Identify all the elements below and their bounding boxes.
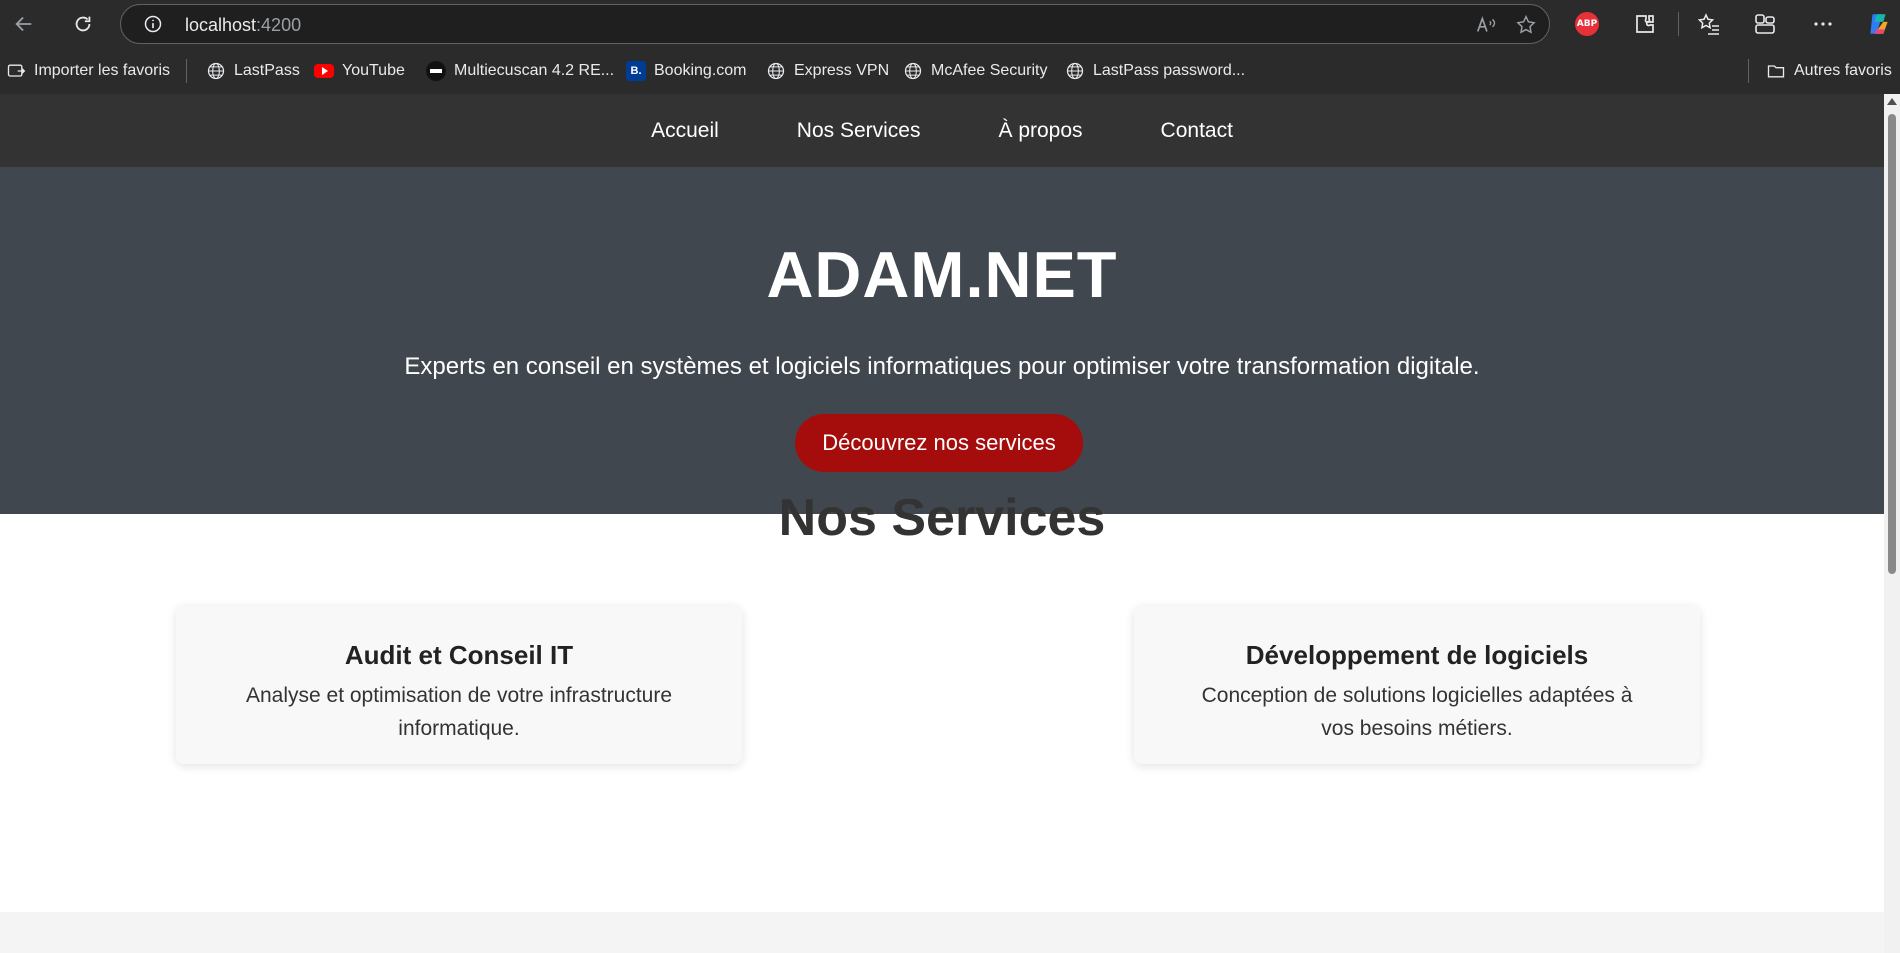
bookmark-import-favorites[interactable]: Importer les favoris — [6, 60, 170, 82]
nav-link-a-propos[interactable]: À propos — [998, 119, 1082, 143]
toolbar-divider — [1678, 12, 1679, 36]
bookmark-lastpass[interactable]: LastPass — [206, 60, 300, 82]
scroll-up-icon[interactable] — [1887, 98, 1897, 105]
bookmark-divider — [186, 59, 187, 83]
star-icon[interactable] — [1515, 14, 1537, 36]
favorites-icon[interactable] — [1696, 11, 1722, 37]
bookmark-mcafee[interactable]: McAfee Security — [903, 60, 1047, 82]
services-heading: Nos Services — [778, 489, 1106, 547]
back-arrow-icon[interactable] — [8, 8, 40, 40]
hero-subtitle: Experts en conseil en systèmes et logici… — [404, 353, 1480, 380]
discover-services-button[interactable]: Découvrez nos services — [795, 414, 1083, 472]
url-host: localhost — [185, 15, 257, 35]
bookmark-label: Importer les favoris — [34, 62, 171, 79]
bookmark-booking[interactable]: B. Booking.com — [626, 60, 747, 82]
booking-icon: B. — [626, 61, 646, 81]
hero-title: ADAM.NET — [766, 238, 1118, 311]
extensions-icon[interactable] — [1632, 11, 1658, 37]
more-icon[interactable] — [1810, 11, 1836, 37]
copilot-icon[interactable] — [1866, 11, 1892, 37]
site-navbar: Accueil Nos Services À propos Contact — [0, 94, 1884, 167]
site-info-icon[interactable] — [143, 14, 163, 34]
nav-link-accueil[interactable]: Accueil — [651, 119, 719, 143]
globe-icon — [1065, 61, 1085, 81]
read-aloud-icon[interactable] — [1475, 14, 1497, 36]
service-card-audit: Audit et Conseil IT Analyse et optimisat… — [176, 606, 742, 764]
globe-icon — [766, 61, 786, 81]
next-section — [0, 912, 1884, 953]
scroll-thumb[interactable] — [1888, 114, 1896, 574]
page-viewport: Accueil Nos Services À propos Contact AD… — [0, 94, 1884, 953]
url-port: :4200 — [256, 15, 302, 35]
adblock-label: ABP — [1575, 12, 1599, 36]
bookmark-youtube[interactable]: YouTube — [314, 60, 405, 82]
bookmarks-bar: Importer les favoris LastPass YouTube Mu… — [0, 48, 1900, 94]
hero-section: ADAM.NET Experts en conseil en systèmes … — [0, 167, 1884, 514]
bookmark-express-vpn[interactable]: Express VPN — [766, 60, 889, 82]
bookmark-other-favorites[interactable]: Autres favoris — [1766, 60, 1892, 82]
bookmark-multiecuscan[interactable]: Multiecuscan 4.2 RE... — [426, 60, 614, 82]
bookmark-label: LastPass password... — [1093, 62, 1246, 79]
collections-icon[interactable] — [1752, 11, 1778, 37]
page-scrollbar[interactable] — [1884, 94, 1900, 953]
nav-link-contact[interactable]: Contact — [1161, 119, 1233, 143]
bookmark-label: Multiecuscan 4.2 RE... — [454, 62, 615, 79]
bookmark-lastpass-password[interactable]: LastPass password... — [1065, 60, 1245, 82]
booking-badge: B. — [626, 61, 646, 81]
bookmark-divider — [1748, 59, 1749, 83]
bookmark-label: Express VPN — [794, 62, 890, 79]
globe-icon — [206, 61, 226, 81]
import-favorites-icon — [6, 61, 26, 81]
bookmark-label: Booking.com — [654, 62, 747, 79]
globe-icon — [903, 61, 923, 81]
adblock-plus-icon[interactable]: ABP — [1574, 11, 1600, 37]
service-card-development: Développement de logiciels Conception de… — [1134, 606, 1700, 764]
address-bar[interactable]: localhost:4200 — [120, 4, 1550, 44]
multiecuscan-icon — [426, 61, 446, 81]
bookmark-label: McAfee Security — [931, 62, 1048, 79]
bookmark-label: YouTube — [342, 62, 405, 79]
service-card-text: Conception de solutions logicielles adap… — [1201, 684, 1633, 740]
bookmark-label: LastPass — [234, 62, 300, 79]
youtube-icon — [314, 61, 334, 81]
service-card-text: Analyse et optimisation de votre infrast… — [245, 684, 673, 740]
nav-link-nos-services[interactable]: Nos Services — [797, 119, 921, 143]
folder-icon — [1766, 61, 1786, 81]
refresh-icon[interactable] — [67, 8, 99, 40]
service-card-title: Audit et Conseil IT — [344, 640, 574, 670]
bookmark-label: Autres favoris — [1794, 62, 1892, 79]
service-card-title: Développement de logiciels — [1245, 640, 1589, 670]
url-text[interactable]: localhost:4200 — [185, 15, 301, 36]
browser-toolbar: localhost:4200 ABP — [0, 0, 1900, 48]
